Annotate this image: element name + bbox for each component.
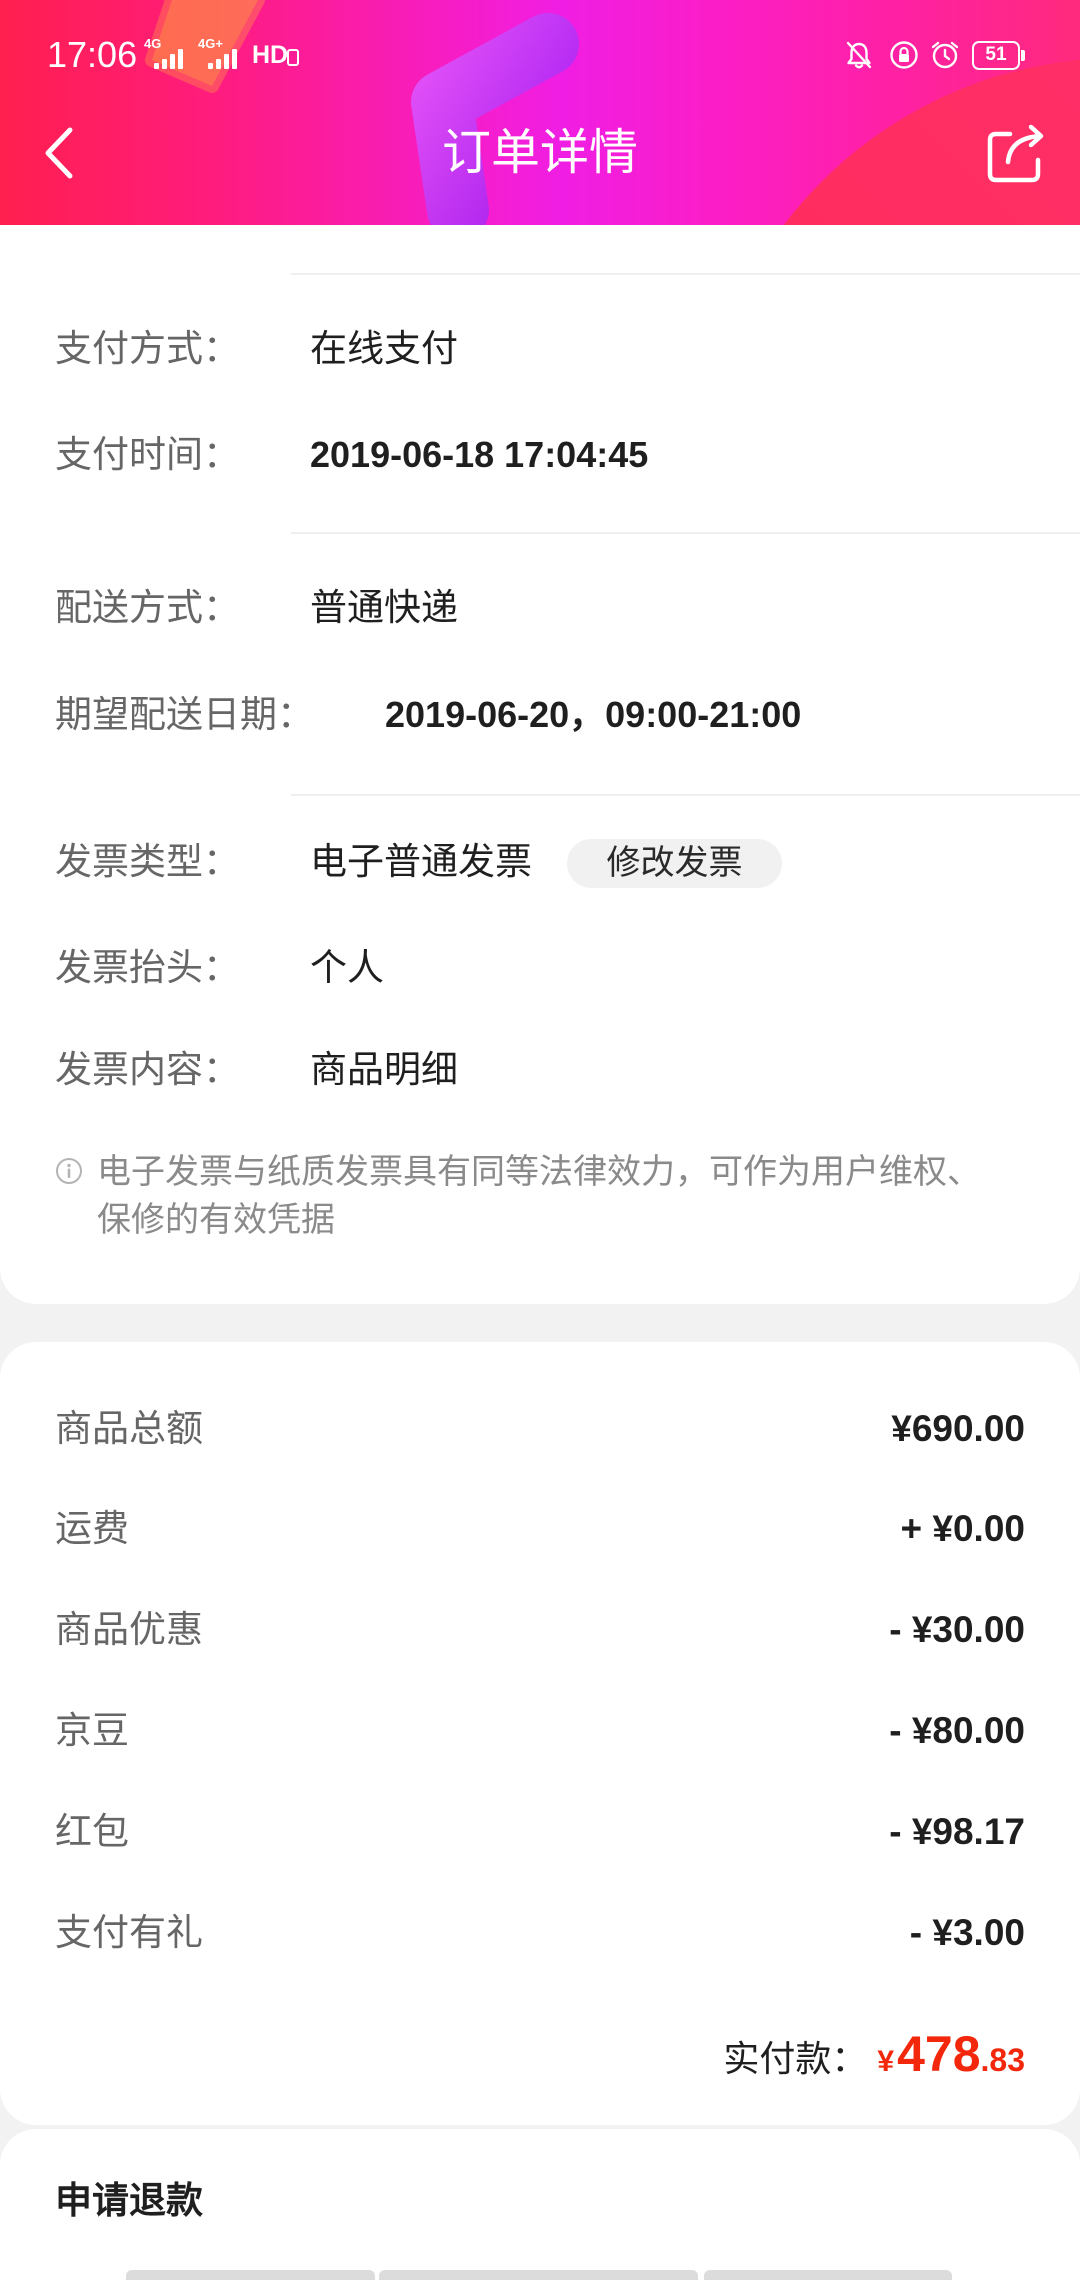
amount-value: ¥690.00 [891,1408,1025,1449]
expected-date-row: 期望配送日期： 2019-06-20，09:00-21:00 [0,685,1080,745]
amount-value: + ¥0.00 [900,1508,1025,1549]
paid-total-decimal: .83 [980,2042,1025,2078]
header: 17:06 4G 4G+ HD 51 订单详情 [0,0,1080,225]
payment-method-value: 在线支付 [310,328,458,369]
invoice-type-label: 发票类型： [55,841,240,882]
refund-section: 申请退款 [0,2129,1080,2280]
amount-label: 商品优惠 [55,1609,203,1650]
order-info-card: 支付方式： 在线支付 支付时间： 2019-06-18 17:04:45 配送方… [0,225,1080,1304]
amount-row: 红包 - ¥98.17 [0,1802,1080,1862]
payment-time-label: 支付时间： [55,434,240,475]
header-decoration [145,0,1080,225]
invoice-content-value: 商品明细 [310,1049,458,1090]
refund-option-button[interactable] [379,2270,698,2280]
divider [291,794,1080,796]
invoice-type-row: 发票类型： 电子普通发票 [0,832,1080,892]
invoice-content-label: 发票内容： [55,1049,240,1090]
amount-row: 京豆 - ¥80.00 [0,1701,1080,1761]
amount-label: 运费 [55,1508,129,1549]
rotation-lock-icon [890,41,918,69]
invoice-title-row: 发票抬头： 个人 [0,938,1080,998]
refund-option-button[interactable] [704,2270,952,2280]
amount-row: 商品总额 ¥690.00 [0,1399,1080,1459]
amount-label: 红包 [55,1811,129,1852]
payment-method-row: 支付方式： 在线支付 [0,319,1080,379]
amount-label: 京豆 [55,1710,129,1751]
paid-total-currency: ¥ [877,2045,895,2078]
share-button[interactable] [984,120,1050,186]
invoice-type-value: 电子普通发票 [310,841,532,882]
paid-total-integer: 478 [897,2026,981,2082]
refund-section-title: 申请退款 [55,2180,203,2221]
amount-label: 支付有礼 [55,1912,203,1953]
amount-value: - ¥3.00 [909,1912,1025,1953]
amount-row: 商品优惠 - ¥30.00 [0,1600,1080,1660]
divider [291,532,1080,534]
payment-method-label: 支付方式： [55,328,240,369]
invoice-title-label: 发票抬头： [55,947,240,988]
page-title: 订单详情 [441,126,638,180]
battery-level: 51 [972,41,1020,70]
hd-indicator: HD [252,41,289,69]
amount-row: 运费 + ¥0.00 [0,1499,1080,1559]
delivery-method-row: 配送方式： 普通快递 [0,578,1080,638]
expected-date-label: 期望配送日期： [55,694,314,735]
edit-invoice-button[interactable]: 修改发票 [567,839,782,888]
amount-summary-card: 商品总额 ¥690.00 运费 + ¥0.00 商品优惠 - ¥30.00 京豆… [0,1342,1080,2125]
amount-row: 支付有礼 - ¥3.00 [0,1903,1080,1963]
bell-off-icon [846,41,872,69]
paid-total: 实付款： ¥ 478 .83 [723,2014,1025,2094]
divider [291,273,1080,275]
amount-value: - ¥80.00 [889,1710,1025,1751]
invoice-note: 电子发票与纸质发票具有同等法律效力，可作为用户维权、保修的有效凭据 [97,1153,981,1239]
expected-date-value: 2019-06-20，09:00-21:00 [385,694,802,735]
invoice-content-row: 发票内容： 商品明细 [0,1040,1080,1100]
amount-label: 商品总额 [55,1408,203,1449]
battery-icon: 51 [972,41,1026,70]
delivery-method-value: 普通快递 [310,587,458,628]
amount-value: - ¥30.00 [889,1609,1025,1650]
invoice-title-value: 个人 [310,947,384,988]
alarm-icon [931,41,959,69]
signal-icon: 4G [144,37,188,69]
payment-time-row: 支付时间： 2019-06-18 17:04:45 [0,425,1080,485]
paid-total-label: 实付款： [723,2038,868,2079]
amount-value: - ¥98.17 [889,1811,1025,1852]
signal-icon: 4G+ [198,37,246,69]
payment-time-value: 2019-06-18 17:04:45 [310,434,649,475]
share-icon [987,124,1044,183]
refund-option-button[interactable] [126,2270,375,2280]
delivery-method-label: 配送方式： [55,587,240,628]
info-icon [56,1158,82,1184]
volte-icon [287,49,299,66]
status-time: 17:06 [47,34,138,75]
